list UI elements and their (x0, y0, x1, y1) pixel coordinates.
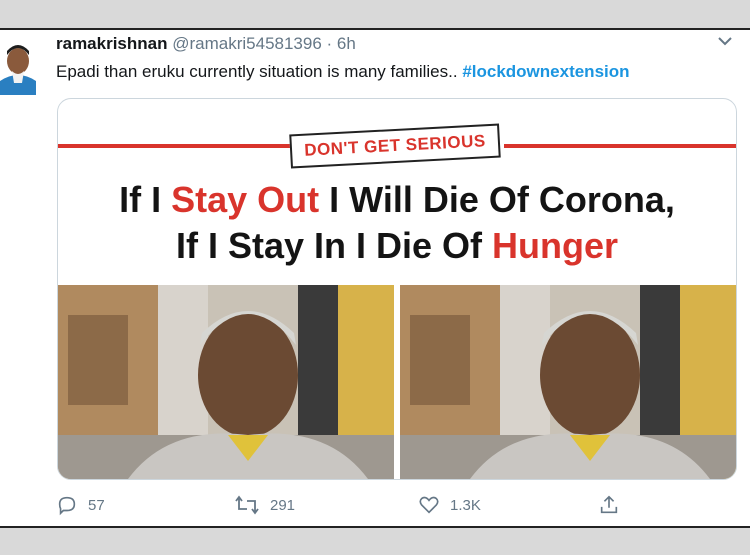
tweet-body: Epadi than eruku currently situation is … (56, 62, 463, 81)
avatar[interactable] (0, 37, 42, 95)
headline-text: I Will Die Of Corona, (319, 179, 675, 220)
share-icon (598, 494, 620, 516)
headline-text: If I Stay In I Die Of (175, 225, 493, 266)
like-button[interactable]: 1.3K (418, 494, 481, 516)
stamp-label: DON'T GET SERIOUS (289, 123, 501, 169)
tweet-time[interactable]: 6h (337, 34, 356, 53)
author-handle[interactable]: @ramakri54581396 (172, 34, 322, 53)
tweet-header: ramakrishnan @ramakri54581396 · 6h (56, 34, 356, 54)
image-headline: If I Stay Out I Will Die Of Corona, If I… (58, 177, 736, 269)
headline-highlight: Stay Out (171, 179, 320, 220)
photo-left (58, 285, 394, 479)
headline-highlight: Hunger (492, 225, 619, 266)
tweet-frame: ramakrishnan @ramakri54581396 · 6h Epadi… (0, 28, 750, 528)
chevron-down-icon[interactable] (716, 32, 734, 50)
reply-count: 57 (88, 496, 105, 514)
reply-icon (56, 494, 78, 516)
like-count: 1.3K (450, 496, 481, 514)
retweet-count: 291 (270, 496, 296, 514)
hashtag-link[interactable]: #lockdownextension (462, 62, 629, 81)
headline-line-1: If I Stay Out I Will Die Of Corona, (58, 177, 736, 223)
retweet-button[interactable]: 291 (234, 494, 295, 516)
banner-line-right (504, 144, 736, 148)
banner-line-left (58, 144, 290, 148)
author-name[interactable]: ramakrishnan (56, 34, 168, 53)
reply-button[interactable]: 57 (56, 494, 105, 516)
share-button[interactable] (598, 494, 620, 516)
retweet-icon (234, 494, 260, 516)
headline-text: If I (119, 179, 172, 220)
heart-icon (418, 494, 440, 516)
headline-line-2: If I Stay In I Die Of Hunger (58, 223, 736, 269)
tweet-image[interactable]: DON'T GET SERIOUS If I Stay Out I Will D… (57, 98, 737, 480)
tweet-text: Epadi than eruku currently situation is … (56, 62, 630, 82)
photo-right (400, 285, 736, 479)
tweet-actions: 57 291 1.3K (56, 494, 676, 520)
header-separator: · (321, 34, 337, 53)
